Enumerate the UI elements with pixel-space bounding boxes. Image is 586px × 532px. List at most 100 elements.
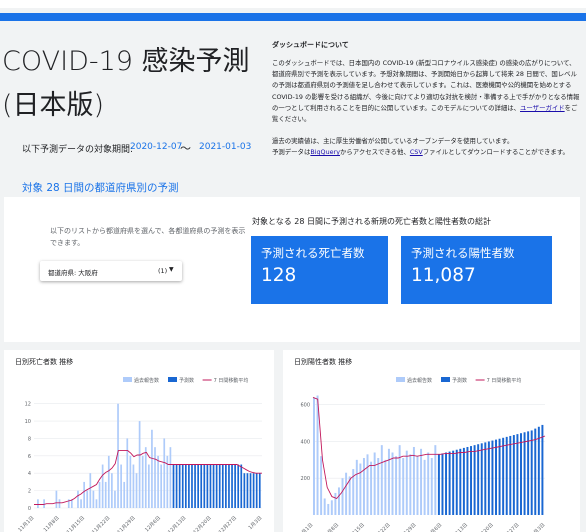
forecast-bar	[194, 464, 196, 508]
deaths-value: 128	[261, 265, 297, 286]
reported-bar	[320, 456, 323, 515]
prefecture-dropdown[interactable]: 都道府県: 大阪府 (1) ▼	[40, 261, 182, 281]
positives-chart: 過去報告数 予測数 7 日間移動平均 200 400 600 11月1日 11月8日 11月15…	[296, 377, 547, 532]
reported-bar	[402, 458, 405, 515]
summary-heading: 対象となる 28 日間に予測される新規の死亡者数と陽性者数の総計	[252, 217, 492, 226]
reported-bar	[355, 459, 358, 515]
forecast-bar	[484, 442, 487, 515]
about-title: ダッシュボードについて	[272, 41, 349, 49]
reported-bar	[58, 499, 61, 508]
forecast-bar	[459, 448, 462, 515]
forecast-bar	[197, 464, 199, 508]
forecast-bar	[462, 447, 465, 515]
legend-label: 7 日間移動平均	[214, 377, 249, 384]
forecast-bar	[502, 437, 505, 515]
legend-swatch	[168, 377, 177, 382]
legend-swatch	[396, 377, 405, 382]
reported-bar	[141, 455, 144, 508]
forecast-bar	[206, 464, 209, 508]
reported-bar	[114, 490, 116, 508]
reported-bar	[107, 455, 110, 508]
reported-bar	[169, 447, 172, 508]
csv-link[interactable]: CSV	[410, 148, 423, 156]
reported-bar	[359, 463, 362, 515]
forecast-bar	[178, 464, 181, 508]
reported-bar	[423, 459, 426, 515]
about-paragraph-2-pre: 予測データは	[272, 148, 311, 157]
about-paragraph-2-line1: 過去の実績値は、主に厚生労働省が公開しているオープンデータを使用しています。	[272, 137, 514, 146]
reported-bar	[101, 464, 104, 508]
forecast-bar	[246, 473, 249, 508]
reported-bar	[337, 487, 340, 515]
reported-bar	[151, 429, 153, 508]
reported-bar	[391, 452, 394, 515]
reported-bar	[89, 473, 92, 508]
legend-label: 過去報告数	[134, 377, 159, 384]
reported-bar	[123, 481, 126, 508]
reported-bar	[334, 492, 337, 515]
forecast-bar	[445, 452, 448, 515]
forecast-bar	[455, 449, 458, 515]
y-tick-label: 0	[28, 506, 31, 512]
reported-bar	[148, 464, 150, 508]
reported-bar	[370, 461, 373, 515]
reported-bar	[430, 458, 433, 515]
reported-bar	[138, 421, 141, 508]
reported-bar	[77, 490, 79, 508]
x-tick-label: 11月15日	[66, 515, 86, 532]
reported-bar	[348, 476, 351, 515]
forecast-bar	[188, 464, 190, 508]
reported-bar	[163, 438, 166, 508]
forecast-bar	[240, 464, 243, 508]
page-title: COVID-19 感染予測 (日本版)	[2, 46, 250, 121]
reported-bar	[362, 458, 365, 515]
forecast-bar	[255, 473, 258, 508]
reported-bar	[86, 490, 89, 508]
y-tick-label: 8	[28, 436, 31, 442]
y-tick-label: 400	[300, 439, 310, 445]
y-tick-label: 2	[28, 489, 31, 495]
forecast-bar	[175, 464, 178, 508]
reported-bar	[43, 499, 45, 508]
legend-label: 7 日間移動平均	[487, 377, 522, 384]
reported-bar	[420, 448, 423, 515]
forecast-bar	[221, 464, 224, 508]
forecast-bar	[437, 454, 440, 515]
reported-bar	[427, 452, 430, 515]
reported-bar	[434, 445, 437, 515]
reported-bar	[366, 454, 369, 515]
bigquery-link[interactable]: BigQuery	[310, 148, 340, 156]
reported-bar	[120, 464, 122, 508]
reported-bar	[92, 490, 95, 508]
reported-bar	[330, 500, 333, 515]
reported-bar	[313, 397, 315, 515]
x-tick-label: 11月29日	[397, 522, 417, 532]
x-tick-label: 11月8日	[43, 515, 61, 532]
positives-chart-panel: 日別陽性者数 推移 過去報告数 予測数 7 日間移動平均 200 400 600 11月1日…	[283, 350, 580, 532]
deaths-label: 予測される死亡者数	[261, 246, 365, 260]
x-tick-label: 12月20日	[192, 515, 212, 532]
deaths-chart-panel: 日別死亡者数 推移 過去報告数 予測数 7 日間移動平均 0 2 4 6 8 10 12 11月1日…	[4, 350, 274, 532]
header-accent-bar	[0, 13, 586, 21]
about-paragraph-2-mid: からアクセスできる他、	[339, 148, 410, 157]
x-tick-label: 11月29日	[116, 515, 136, 532]
forecast-bar	[448, 451, 451, 515]
reported-bar	[323, 498, 326, 515]
forecast-bar	[480, 443, 483, 515]
period-label: 以下予測データの対象期間:	[22, 145, 134, 155]
x-tick-label: 1月3日	[531, 522, 547, 532]
selector-help-text: 以下のリストから都道府県を選んで、各都道府県の予測を表示できます。	[50, 227, 246, 247]
forecast-bar	[520, 433, 522, 515]
user-guide-link[interactable]: ユーザーガイド	[520, 104, 565, 112]
x-tick-label: 1月3日	[248, 515, 264, 531]
reported-bar	[135, 473, 138, 508]
x-tick-label: 12月13日	[167, 515, 187, 532]
forecast-bar	[184, 464, 187, 508]
reported-bar	[129, 455, 132, 508]
forecast-bar	[541, 424, 544, 515]
forecast-bar	[228, 464, 230, 508]
forecast-bar	[498, 438, 501, 515]
forecast-bar	[237, 464, 240, 508]
reported-bar	[380, 445, 383, 515]
forecast-bar	[215, 464, 218, 508]
